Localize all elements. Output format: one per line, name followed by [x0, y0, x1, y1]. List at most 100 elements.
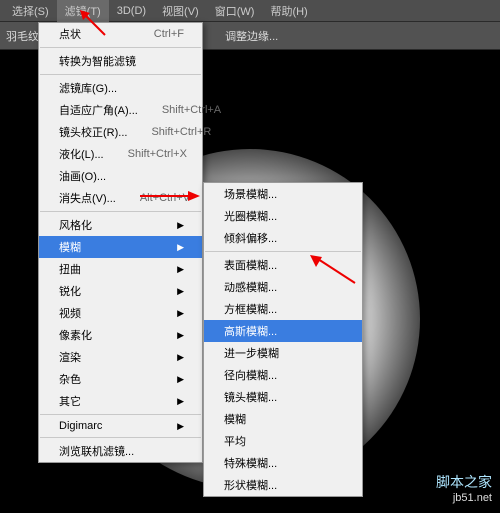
blur-tilt-shift[interactable]: 倾斜偏移...	[204, 227, 362, 249]
filter-adaptive-wide[interactable]: 自适应广角(A)...Shift+Ctrl+A	[39, 99, 202, 121]
submenu-arrow-icon: ▶	[177, 374, 184, 385]
menu-item-label: 浏览联机滤镜...	[59, 443, 134, 459]
menu-item-label: 径向模糊...	[224, 367, 277, 383]
menu-item-label: 风格化	[59, 217, 92, 233]
filter-browse-online[interactable]: 浏览联机滤镜...	[39, 440, 202, 462]
blur-iris[interactable]: 光圈模糊...	[204, 205, 362, 227]
filter-convert-smart[interactable]: 转换为智能滤镜	[39, 50, 202, 72]
submenu-arrow-icon: ▶	[177, 220, 184, 231]
blur-motion[interactable]: 动感模糊...	[204, 276, 362, 298]
submenu-arrow-icon: ▶	[177, 286, 184, 297]
menu-3d[interactable]: 3D(D)	[109, 2, 154, 20]
menu-item-label: 液化(L)...	[59, 146, 104, 162]
menu-item-label: 镜头校正(R)...	[59, 124, 127, 140]
menu-item-label: 特殊模糊...	[224, 455, 277, 471]
blur-shape[interactable]: 形状模糊...	[204, 474, 362, 496]
menubar: 选择(S) 滤镜(T) 3D(D) 视图(V) 窗口(W) 帮助(H)	[0, 0, 500, 22]
menu-item-label: 锐化	[59, 283, 81, 299]
filter-last[interactable]: 点状 Ctrl+F	[39, 23, 202, 45]
filter-liquify[interactable]: 液化(L)... Shift+Ctrl+X	[39, 143, 202, 165]
menu-item-label: 模糊	[224, 411, 246, 427]
menu-item-label: 像素化	[59, 327, 92, 343]
submenu-arrow-icon: ▶	[177, 264, 184, 275]
menu-separator	[40, 211, 201, 212]
menu-item-label: 杂色	[59, 371, 81, 387]
filter-oil-paint[interactable]: 油画(O)...	[39, 165, 202, 187]
menu-window[interactable]: 窗口(W)	[207, 0, 263, 22]
blur-lens[interactable]: 镜头模糊...	[204, 386, 362, 408]
menu-item-label: 方框模糊...	[224, 301, 277, 317]
shortcut-label: Shift+Ctrl+R	[151, 126, 211, 138]
menu-separator	[40, 414, 201, 415]
menu-separator	[40, 74, 201, 75]
filter-lens-correction[interactable]: 镜头校正(R)...Shift+Ctrl+R	[39, 121, 202, 143]
menu-help[interactable]: 帮助(H)	[262, 0, 315, 22]
menu-item-label: 视频	[59, 305, 81, 321]
watermark-line1: 脚本之家	[436, 473, 492, 491]
refine-edge-button[interactable]: 调整边缘...	[225, 28, 278, 44]
filter-video[interactable]: 视频 ▶	[39, 302, 202, 324]
menu-item-label: 倾斜偏移...	[224, 230, 277, 246]
menu-item-label: 动感模糊...	[224, 279, 277, 295]
blur-blur[interactable]: 模糊	[204, 408, 362, 430]
menu-separator	[40, 437, 201, 438]
filter-vanishing[interactable]: 消失点(V)... Alt+Ctrl+V	[39, 187, 202, 209]
submenu-arrow-icon: ▶	[177, 396, 184, 407]
filter-pixelate[interactable]: 像素化 ▶	[39, 324, 202, 346]
blur-special[interactable]: 特殊模糊...	[204, 452, 362, 474]
blur-average[interactable]: 平均	[204, 430, 362, 452]
blur-box[interactable]: 方框模糊...	[204, 298, 362, 320]
filter-distort[interactable]: 扭曲 ▶	[39, 258, 202, 280]
menu-item-label: 形状模糊...	[224, 477, 277, 493]
menu-item-label: 自适应广角(A)...	[59, 102, 138, 118]
filter-gallery[interactable]: 滤镜库(G)...	[39, 77, 202, 99]
blur-radial[interactable]: 径向模糊...	[204, 364, 362, 386]
blur-surface[interactable]: 表面模糊...	[204, 254, 362, 276]
menu-item-label: 消失点(V)...	[59, 190, 116, 206]
filter-stylize[interactable]: 风格化 ▶	[39, 214, 202, 236]
filter-blur[interactable]: 模糊 ▶	[39, 236, 202, 258]
shortcut-label: Shift+Ctrl+X	[128, 148, 187, 160]
menu-item-label: 进一步模糊	[224, 345, 279, 361]
submenu-arrow-icon: ▶	[177, 421, 184, 432]
blur-gaussian[interactable]: 高斯模糊...	[204, 320, 362, 342]
menu-separator	[40, 47, 201, 48]
menu-item-label: 光圈模糊...	[224, 208, 277, 224]
filter-digimarc[interactable]: Digimarc ▶	[39, 417, 202, 435]
blur-further[interactable]: 进一步模糊	[204, 342, 362, 364]
menu-item-label: 镜头模糊...	[224, 389, 277, 405]
shortcut-label: Ctrl+F	[154, 28, 184, 40]
submenu-arrow-icon: ▶	[177, 242, 184, 253]
menu-item-label: 渲染	[59, 349, 81, 365]
shortcut-label: Alt+Ctrl+V	[140, 192, 190, 204]
filter-menu: 点状 Ctrl+F 转换为智能滤镜 滤镜库(G)... 自适应广角(A)...S…	[38, 22, 203, 463]
blur-field[interactable]: 场景模糊...	[204, 183, 362, 205]
submenu-arrow-icon: ▶	[177, 308, 184, 319]
submenu-arrow-icon: ▶	[177, 352, 184, 363]
menu-item-label: 滤镜库(G)...	[59, 80, 117, 96]
menu-item-label: Digimarc	[59, 420, 102, 432]
menu-item-label: 油画(O)...	[59, 168, 106, 184]
watermark-line2: jb51.net	[436, 491, 492, 505]
menu-item-label: 平均	[224, 433, 246, 449]
menu-item-label: 其它	[59, 393, 81, 409]
menu-filter[interactable]: 滤镜(T)	[57, 0, 109, 22]
menu-item-label: 高斯模糊...	[224, 323, 277, 339]
menu-item-label: 模糊	[59, 239, 81, 255]
menu-view[interactable]: 视图(V)	[154, 0, 207, 22]
filter-render[interactable]: 渲染 ▶	[39, 346, 202, 368]
submenu-arrow-icon: ▶	[177, 330, 184, 341]
menu-item-label: 表面模糊...	[224, 257, 277, 273]
filter-noise[interactable]: 杂色 ▶	[39, 368, 202, 390]
watermark: 脚本之家 jb51.net	[436, 473, 492, 505]
menu-separator	[205, 251, 361, 252]
menu-item-label: 转换为智能滤镜	[59, 53, 136, 69]
filter-sharpen[interactable]: 锐化 ▶	[39, 280, 202, 302]
menu-item-label: 点状	[59, 26, 81, 42]
menu-item-label: 扭曲	[59, 261, 81, 277]
filter-other[interactable]: 其它 ▶	[39, 390, 202, 412]
blur-submenu: 场景模糊... 光圈模糊... 倾斜偏移... 表面模糊... 动感模糊... …	[203, 182, 363, 497]
menu-select[interactable]: 选择(S)	[4, 0, 57, 22]
menu-item-label: 场景模糊...	[224, 186, 277, 202]
shortcut-label: Shift+Ctrl+A	[162, 104, 221, 116]
